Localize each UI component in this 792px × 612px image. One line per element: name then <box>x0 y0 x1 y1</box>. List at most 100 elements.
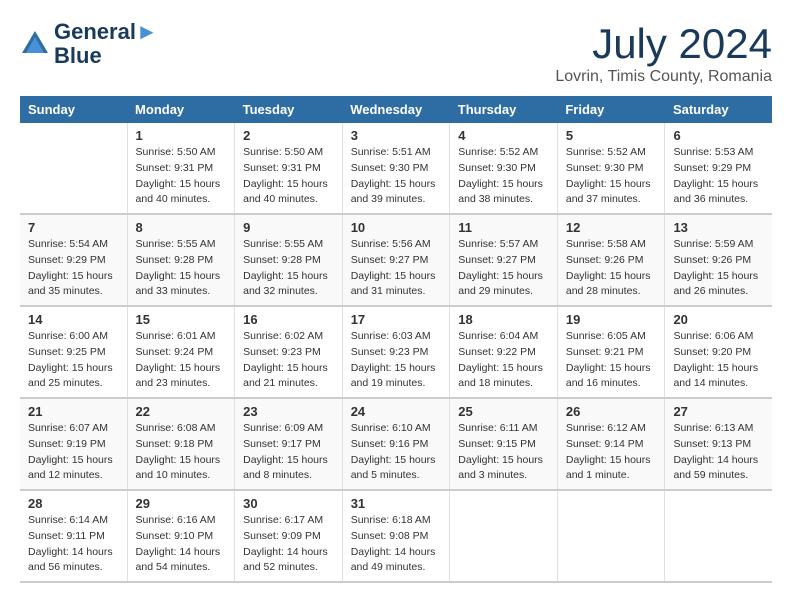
day-number: 31 <box>351 496 442 511</box>
day-info: Sunrise: 6:03 AMSunset: 9:23 PMDaylight:… <box>351 329 442 392</box>
location: Lovrin, Timis County, Romania <box>555 68 772 86</box>
day-number: 3 <box>351 128 442 143</box>
day-info: Sunrise: 5:52 AMSunset: 9:30 PMDaylight:… <box>458 145 549 208</box>
day-info: Sunrise: 5:50 AMSunset: 9:31 PMDaylight:… <box>243 145 334 208</box>
calendar-cell: 31 Sunrise: 6:18 AMSunset: 9:08 PMDayligh… <box>342 490 450 582</box>
day-number: 4 <box>458 128 549 143</box>
day-info: Sunrise: 5:57 AMSunset: 9:27 PMDaylight:… <box>458 237 549 300</box>
calendar-cell: 4 Sunrise: 5:52 AMSunset: 9:30 PMDaylight… <box>450 123 558 214</box>
day-number: 6 <box>673 128 764 143</box>
calendar-cell: 18 Sunrise: 6:04 AMSunset: 9:22 PMDayligh… <box>450 306 558 398</box>
day-number: 8 <box>136 220 227 235</box>
day-number: 30 <box>243 496 334 511</box>
day-info: Sunrise: 6:09 AMSunset: 9:17 PMDaylight:… <box>243 421 334 484</box>
logo: General► Blue <box>20 20 158 68</box>
calendar-cell: 21Sunrise: 6:07 AMSunset: 9:19 PMDayligh… <box>20 398 127 490</box>
calendar-cell: 11 Sunrise: 5:57 AMSunset: 9:27 PMDayligh… <box>450 214 558 306</box>
day-number: 25 <box>458 404 549 419</box>
calendar-table: SundayMondayTuesdayWednesdayThursdayFrid… <box>20 96 772 583</box>
day-number: 23 <box>243 404 334 419</box>
day-number: 13 <box>673 220 764 235</box>
calendar-cell: 20Sunrise: 6:06 AMSunset: 9:20 PMDayligh… <box>665 306 772 398</box>
logo-icon <box>20 29 50 59</box>
day-number: 10 <box>351 220 442 235</box>
calendar-cell: 27Sunrise: 6:13 AMSunset: 9:13 PMDayligh… <box>665 398 772 490</box>
day-number: 15 <box>136 312 227 327</box>
calendar-cell: 26 Sunrise: 6:12 AMSunset: 9:14 PMDayligh… <box>557 398 665 490</box>
day-number: 22 <box>136 404 227 419</box>
calendar-cell <box>557 490 665 582</box>
day-info: Sunrise: 5:52 AMSunset: 9:30 PMDaylight:… <box>566 145 657 208</box>
calendar-cell: 17 Sunrise: 6:03 AMSunset: 9:23 PMDayligh… <box>342 306 450 398</box>
day-info: Sunrise: 6:10 AMSunset: 9:16 PMDaylight:… <box>351 421 442 484</box>
day-info: Sunrise: 5:54 AMSunset: 9:29 PMDaylight:… <box>28 237 119 300</box>
day-number: 1 <box>136 128 227 143</box>
day-info: Sunrise: 6:05 AMSunset: 9:21 PMDaylight:… <box>566 329 657 392</box>
calendar-cell: 24 Sunrise: 6:10 AMSunset: 9:16 PMDayligh… <box>342 398 450 490</box>
weekday-header-row: SundayMondayTuesdayWednesdayThursdayFrid… <box>20 96 772 123</box>
calendar-cell: 5 Sunrise: 5:52 AMSunset: 9:30 PMDaylight… <box>557 123 665 214</box>
day-info: Sunrise: 6:18 AMSunset: 9:08 PMDaylight:… <box>351 513 442 576</box>
day-info: Sunrise: 6:08 AMSunset: 9:18 PMDaylight:… <box>136 421 227 484</box>
day-number: 26 <box>566 404 657 419</box>
calendar-cell: 28 Sunrise: 6:14 AMSunset: 9:11 PMDayligh… <box>20 490 127 582</box>
day-number: 19 <box>566 312 657 327</box>
weekday-header-tuesday: Tuesday <box>235 96 343 123</box>
weekday-header-wednesday: Wednesday <box>342 96 450 123</box>
weekday-header-saturday: Saturday <box>665 96 772 123</box>
day-info: Sunrise: 6:11 AMSunset: 9:15 PMDaylight:… <box>458 421 549 484</box>
day-number: 14 <box>28 312 119 327</box>
day-number: 2 <box>243 128 334 143</box>
calendar-week-row: 1 Sunrise: 5:50 AMSunset: 9:31 PMDaylight… <box>20 123 772 214</box>
calendar-cell: 1 Sunrise: 5:50 AMSunset: 9:31 PMDaylight… <box>127 123 235 214</box>
day-info: Sunrise: 6:07 AMSunset: 9:19 PMDaylight:… <box>28 421 119 484</box>
day-info: Sunrise: 5:56 AMSunset: 9:27 PMDaylight:… <box>351 237 442 300</box>
calendar-cell: 25 Sunrise: 6:11 AMSunset: 9:15 PMDayligh… <box>450 398 558 490</box>
day-number: 18 <box>458 312 549 327</box>
weekday-header-sunday: Sunday <box>20 96 127 123</box>
calendar-cell <box>450 490 558 582</box>
day-info: Sunrise: 6:17 AMSunset: 9:09 PMDaylight:… <box>243 513 334 576</box>
calendar-week-row: 7Sunrise: 5:54 AMSunset: 9:29 PMDaylight… <box>20 214 772 306</box>
day-number: 9 <box>243 220 334 235</box>
day-info: Sunrise: 6:14 AMSunset: 9:11 PMDaylight:… <box>28 513 119 576</box>
weekday-header-monday: Monday <box>127 96 235 123</box>
day-info: Sunrise: 5:50 AMSunset: 9:31 PMDaylight:… <box>136 145 227 208</box>
weekday-header-thursday: Thursday <box>450 96 558 123</box>
day-number: 29 <box>136 496 227 511</box>
calendar-cell: 30 Sunrise: 6:17 AMSunset: 9:09 PMDayligh… <box>235 490 343 582</box>
calendar-cell: 7Sunrise: 5:54 AMSunset: 9:29 PMDaylight… <box>20 214 127 306</box>
calendar-cell: 13 Sunrise: 5:59 AMSunset: 9:26 PMDayligh… <box>665 214 772 306</box>
day-info: Sunrise: 5:55 AMSunset: 9:28 PMDaylight:… <box>243 237 334 300</box>
day-number: 20 <box>673 312 764 327</box>
page-header: General► Blue July 2024 Lovrin, Timis Co… <box>20 20 772 86</box>
day-number: 5 <box>566 128 657 143</box>
calendar-cell: 16 Sunrise: 6:02 AMSunset: 9:23 PMDayligh… <box>235 306 343 398</box>
day-number: 24 <box>351 404 442 419</box>
title-section: July 2024 Lovrin, Timis County, Romania <box>555 20 772 86</box>
day-info: Sunrise: 6:01 AMSunset: 9:24 PMDaylight:… <box>136 329 227 392</box>
day-number: 16 <box>243 312 334 327</box>
day-number: 12 <box>566 220 657 235</box>
day-info: Sunrise: 5:53 AMSunset: 9:29 PMDaylight:… <box>673 145 764 208</box>
calendar-cell: 2 Sunrise: 5:50 AMSunset: 9:31 PMDaylight… <box>235 123 343 214</box>
month-title: July 2024 <box>555 20 772 68</box>
calendar-cell: 10 Sunrise: 5:56 AMSunset: 9:27 PMDayligh… <box>342 214 450 306</box>
calendar-cell: 9 Sunrise: 5:55 AMSunset: 9:28 PMDaylight… <box>235 214 343 306</box>
calendar-week-row: 21Sunrise: 6:07 AMSunset: 9:19 PMDayligh… <box>20 398 772 490</box>
calendar-cell: 19 Sunrise: 6:05 AMSunset: 9:21 PMDayligh… <box>557 306 665 398</box>
weekday-header-friday: Friday <box>557 96 665 123</box>
day-number: 11 <box>458 220 549 235</box>
calendar-cell: 8Sunrise: 5:55 AMSunset: 9:28 PMDaylight… <box>127 214 235 306</box>
calendar-cell: 15 Sunrise: 6:01 AMSunset: 9:24 PMDayligh… <box>127 306 235 398</box>
day-info: Sunrise: 6:12 AMSunset: 9:14 PMDaylight:… <box>566 421 657 484</box>
day-info: Sunrise: 5:59 AMSunset: 9:26 PMDaylight:… <box>673 237 764 300</box>
day-number: 17 <box>351 312 442 327</box>
logo-text: General► Blue <box>54 20 158 68</box>
day-info: Sunrise: 6:02 AMSunset: 9:23 PMDaylight:… <box>243 329 334 392</box>
day-number: 28 <box>28 496 119 511</box>
calendar-cell: 14 Sunrise: 6:00 AMSunset: 9:25 PMDayligh… <box>20 306 127 398</box>
day-info: Sunrise: 6:04 AMSunset: 9:22 PMDaylight:… <box>458 329 549 392</box>
day-info: Sunrise: 5:51 AMSunset: 9:30 PMDaylight:… <box>351 145 442 208</box>
day-info: Sunrise: 6:00 AMSunset: 9:25 PMDaylight:… <box>28 329 119 392</box>
